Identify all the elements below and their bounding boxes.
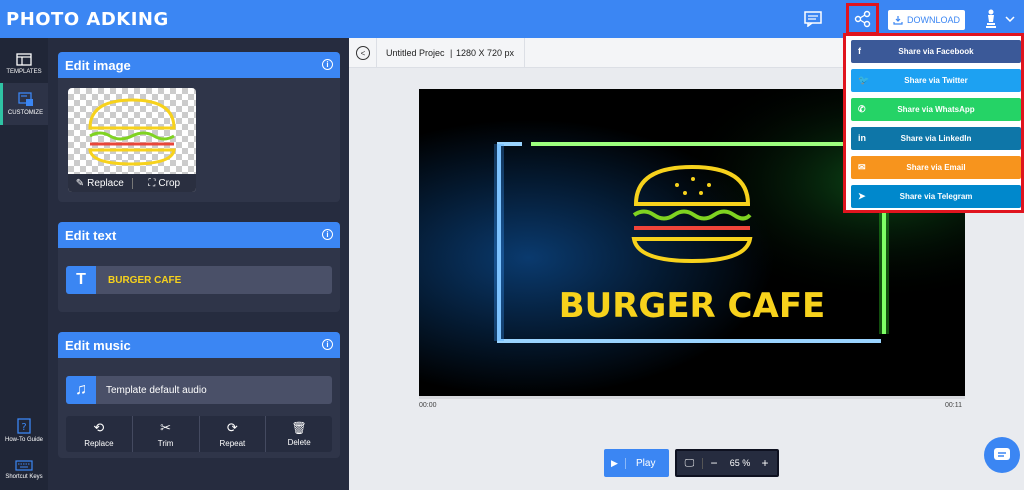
canvas-title-text: BURGER CAFE (559, 286, 826, 326)
delete-audio-button[interactable]: 🗑 Delete (266, 416, 332, 452)
crop-image-button[interactable]: ⛶ Crop (133, 178, 197, 189)
canvas-resolution: 1280 X 720 px (456, 48, 515, 58)
repeat-audio-button[interactable]: ⟳ Repeat (200, 416, 267, 452)
replace-icon: ⟲ (93, 420, 105, 435)
replace-icon: ✎ (75, 177, 85, 189)
edit-image-title: Edit image (65, 57, 131, 73)
music-note-icon: ♫ (66, 376, 96, 404)
text-icon: T (66, 266, 96, 294)
sidebar-item-label: Shortcut Keys (5, 474, 43, 480)
customize-icon (17, 92, 33, 106)
edit-text-card: Edit text i T BURGER CAFE (58, 222, 340, 312)
crop-icon: ⛶ (148, 177, 156, 189)
edit-image-card: Edit image i ✎ Replace ⛶ Crop (58, 52, 340, 202)
replace-image-button[interactable]: ✎ Replace (68, 177, 133, 189)
zoom-controls: 🖵 − 65 % + (675, 449, 779, 477)
share-whatsapp-button[interactable]: ✆ Share via WhatsApp (851, 98, 1021, 121)
edit-music-title: Edit music (65, 337, 131, 353)
share-icon (854, 10, 870, 28)
time-start: 00:00 (419, 402, 437, 409)
text-value: BURGER CAFE (108, 274, 182, 286)
project-name[interactable]: Untitled Projec (386, 48, 445, 58)
edit-text-title: Edit text (65, 227, 117, 243)
info-icon[interactable]: i (322, 229, 333, 240)
keyboard-icon (15, 460, 33, 471)
share-button[interactable] (846, 3, 879, 35)
play-button[interactable]: ▶ Play (604, 449, 669, 477)
zoom-in-button[interactable]: + (755, 456, 775, 470)
back-icon[interactable]: < (356, 46, 370, 60)
download-label: DOWNLOAD (906, 15, 960, 25)
share-twitter-button[interactable]: 🐦 Share via Twitter (851, 69, 1021, 92)
share-facebook-button[interactable]: f Share via Facebook (851, 40, 1021, 63)
info-icon[interactable]: i (322, 59, 333, 70)
trim-audio-button[interactable]: ✂ Trim (133, 416, 200, 452)
svg-text:?: ? (21, 422, 26, 433)
linkedin-icon: in (858, 133, 866, 143)
twitter-icon: 🐦 (858, 75, 870, 85)
sidebar-item-customize[interactable]: CUSTOMIZE (0, 83, 48, 125)
sidebar-item-shortcut-keys[interactable]: Shortcut Keys (0, 450, 48, 490)
facebook-icon: f (858, 46, 861, 56)
download-icon (893, 16, 903, 25)
layout-icon (16, 53, 32, 66)
sidebar-item-templates[interactable]: TEMPLATES (0, 43, 48, 85)
download-button[interactable]: DOWNLOAD (888, 10, 965, 30)
telegram-icon: ➤ (858, 191, 866, 201)
chevron-down-icon[interactable] (1000, 6, 1020, 32)
play-label: Play (636, 457, 656, 469)
edit-panel: Edit image i ✎ Replace ⛶ Crop Edit text … (48, 38, 349, 490)
audio-track-name: Template default audio (106, 384, 207, 396)
time-end: 00:11 (945, 402, 962, 409)
timeline-bar[interactable] (419, 396, 965, 399)
presentation-icon[interactable]: 🖵 (677, 457, 703, 469)
divider: | (450, 48, 453, 58)
whatsapp-icon: ✆ (858, 104, 866, 114)
question-icon: ? (17, 417, 31, 434)
sidebar-item-label: TEMPLATES (6, 69, 42, 75)
edit-music-card: Edit music i ♫ Template default audio ⟲ … (58, 332, 340, 458)
share-telegram-button[interactable]: ➤ Share via Telegram (851, 185, 1021, 208)
share-menu: f Share via Facebook 🐦 Share via Twitter… (843, 33, 1024, 213)
chat-icon (994, 448, 1010, 460)
zoom-level: 65 % (729, 458, 751, 468)
share-linkedin-button[interactable]: in Share via LinkedIn (851, 127, 1021, 150)
share-email-button[interactable]: ✉ Share via Email (851, 156, 1021, 179)
sidebar-item-label: CUSTOMIZE (7, 110, 44, 116)
sidebar-item-how-to-guide[interactable]: ? How-To Guide (0, 410, 48, 450)
music-actions: ⟲ Replace ✂ Trim ⟳ Repeat 🗑 Delete (66, 416, 332, 452)
app-logo[interactable]: PHOTO ADKING (6, 9, 169, 30)
left-nav: TEMPLATES CUSTOMIZE ? How-To Guide Short… (0, 38, 48, 490)
sidebar-item-label: How-To Guide (4, 436, 43, 443)
scissors-icon: ✂ (160, 420, 172, 435)
zoom-out-button[interactable]: − (703, 456, 725, 470)
chat-button[interactable] (984, 437, 1020, 473)
burger-image (88, 98, 176, 166)
repeat-icon: ⟳ (226, 420, 238, 435)
info-icon[interactable]: i (322, 339, 333, 350)
text-field[interactable]: T BURGER CAFE (66, 266, 332, 294)
image-thumbnail[interactable]: ✎ Replace ⛶ Crop (68, 88, 196, 192)
audio-track-field[interactable]: ♫ Template default audio (66, 376, 332, 404)
replace-audio-button[interactable]: ⟲ Replace (66, 416, 133, 452)
play-icon: ▶ (604, 457, 626, 469)
trash-icon: 🗑 (291, 421, 307, 435)
comments-icon[interactable] (800, 6, 826, 32)
email-icon: ✉ (858, 162, 866, 172)
